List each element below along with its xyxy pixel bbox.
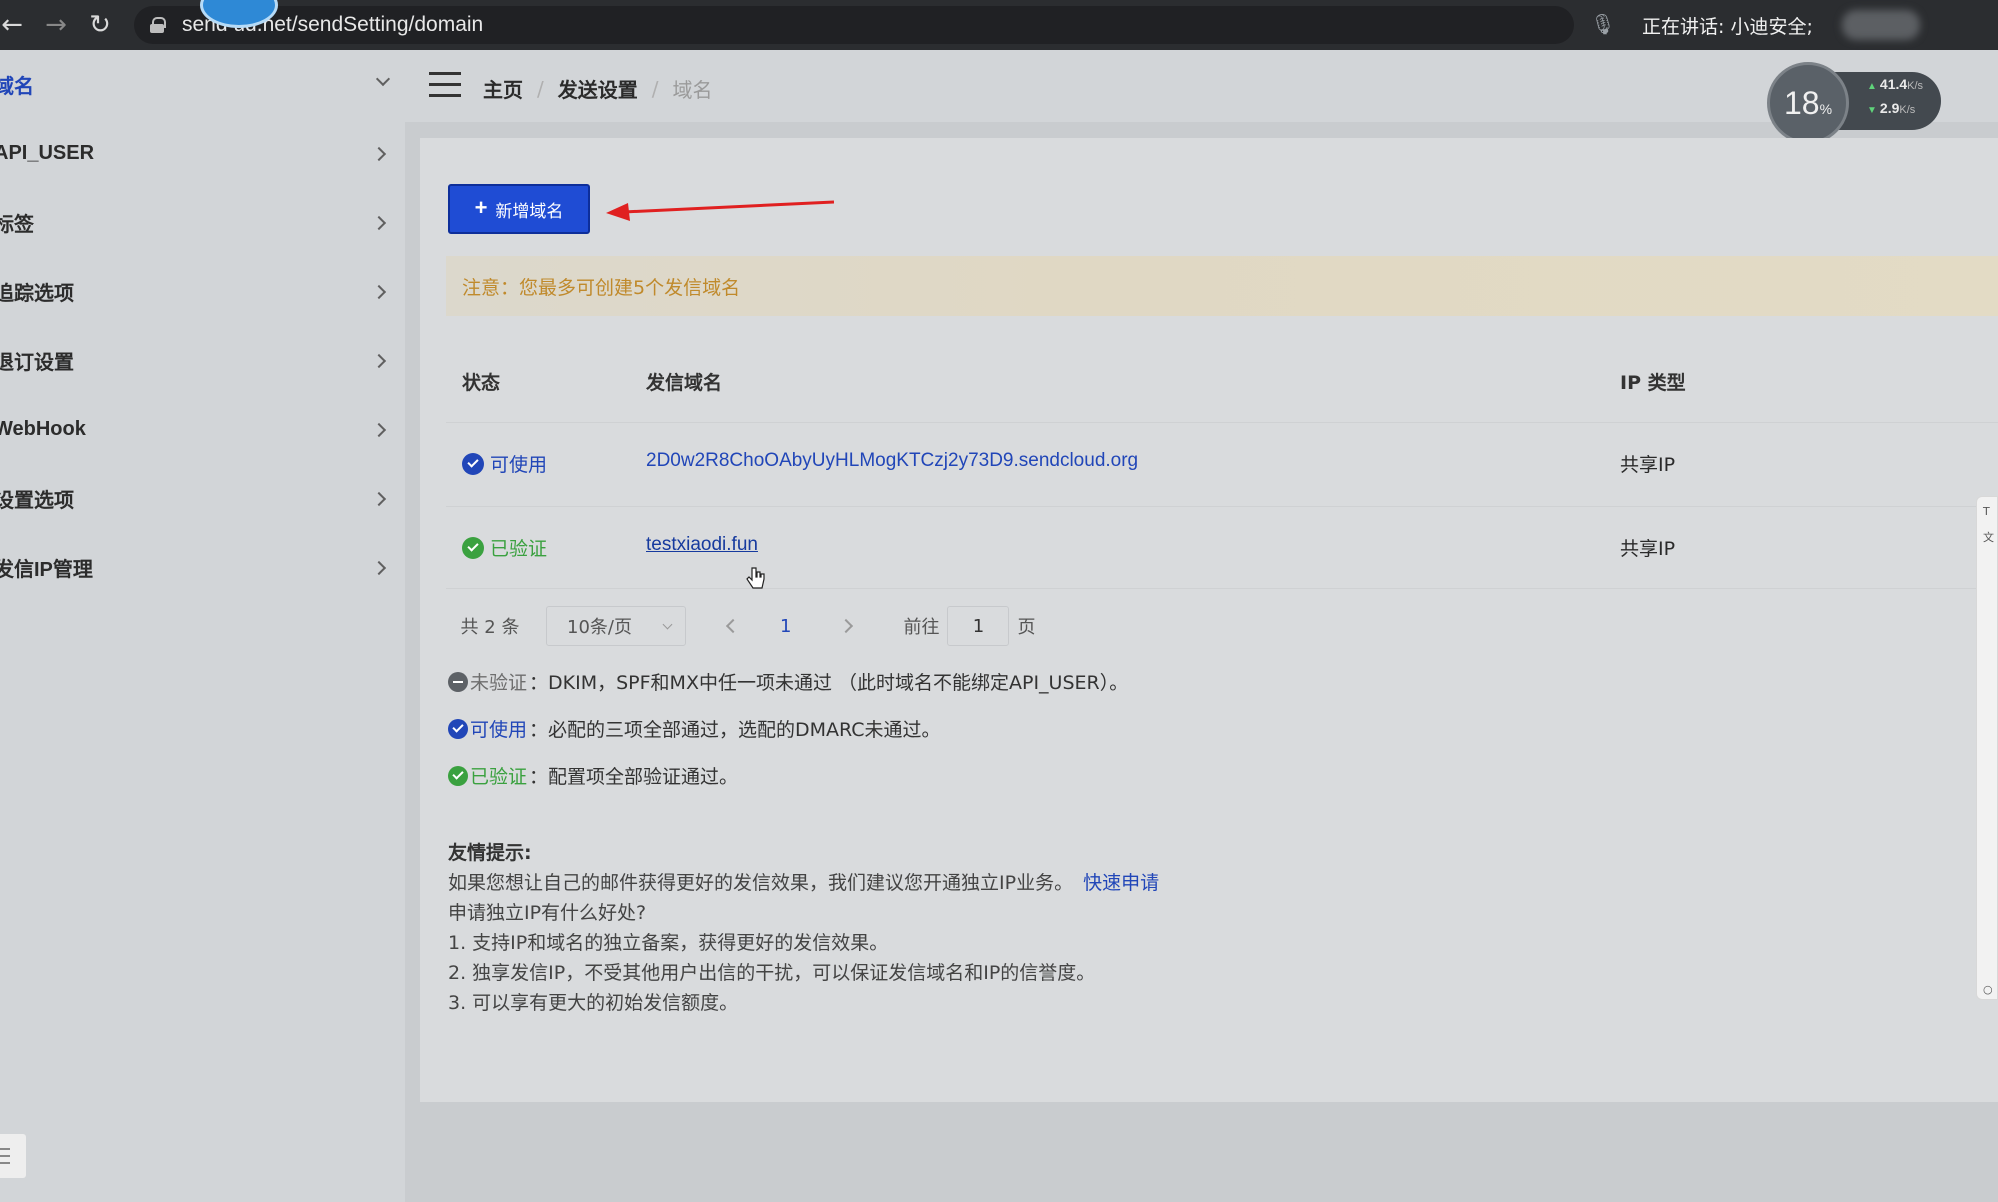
- sidebar-item-ip-management[interactable]: 发信IP管理: [0, 533, 405, 602]
- table-row[interactable]: 2D0w2R8ChoOAbyUyHLMogKTCzj2y73D9.sendclo…: [646, 450, 1138, 472]
- chevron-right-icon: [371, 215, 387, 230]
- sidebar-item-unsubscribe[interactable]: 退订设置: [0, 326, 405, 395]
- reload-icon[interactable]: ↻: [78, 3, 122, 47]
- browser-toolbar: ← → ↻ send ud.net/sendSetting/domain 🎙 正…: [0, 0, 1998, 50]
- quick-apply-link[interactable]: 快速申请: [1083, 872, 1159, 894]
- annotation-arrow: [606, 200, 834, 221]
- system-monitor-widget: 18% ▲ 41.4K/s ▼ 2.9K/s: [1767, 62, 1945, 144]
- sidebar: 域名 API_USER 标签 追踪选项 退订设置 WebHook 设置选项 发信…: [0, 50, 405, 1202]
- row-status: 已验证: [462, 534, 547, 561]
- benefit-item: 3. 可以享有更大的初始发信额度。: [448, 992, 739, 1014]
- sidebar-item-label: 域名: [0, 76, 34, 98]
- tips-text: 如果您想让自己的邮件获得更好的发信效果，我们建议您开通独立IP业务。: [448, 872, 1074, 894]
- legend-unverified: 未验证 ：DKIM，SPF和MX中任一项未通过 （此时域名不能绑定API_USER…: [448, 668, 1128, 695]
- legend-verified: 已验证 ：配置项全部验证通过。: [448, 762, 738, 789]
- side-floating-panel[interactable]: T 文 ○: [1976, 496, 1998, 1000]
- main-content: + 新增域名 注意：您最多可创建5个发信域名 状态 发信域名 IP 类型 可使用…: [420, 138, 1998, 1102]
- row-ip-type: 共享IP: [1620, 538, 1676, 560]
- cpu-gauge: 18%: [1767, 62, 1849, 144]
- domain-link[interactable]: 2D0w2R8ChoOAbyUyHLMogKTCzj2y73D9.sendclo…: [646, 450, 1138, 472]
- sidebar-item-label: 设置选项: [0, 490, 74, 512]
- column-header-domain: 发信域名: [646, 372, 723, 394]
- sidebar-item-label: 退订设置: [0, 352, 74, 374]
- domain-limit-notice: 注意：您最多可创建5个发信域名: [446, 256, 1998, 316]
- plus-icon: +: [474, 195, 488, 220]
- chevron-down-icon: [375, 71, 391, 87]
- check-circle-icon: [462, 452, 484, 475]
- goto-page-input[interactable]: 1: [947, 606, 1010, 646]
- sidebar-item-settings[interactable]: 设置选项: [0, 464, 405, 533]
- speaking-status: 正在讲话: 小迪安全;: [1642, 16, 1813, 38]
- download-speed: ▼ 2.9K/s: [1867, 100, 1916, 116]
- page-header: 主页 / 发送设置 / 域名 18% ▲ 41.4K/s ▼ 2.9K/s: [405, 50, 1998, 144]
- shield-check-icon: [448, 765, 468, 786]
- tips-title: 友情提示:: [448, 842, 532, 864]
- chevron-right-icon: [371, 353, 387, 368]
- benefit-item: 1. 支持IP和域名的独立备案，获得更好的发信效果。: [448, 932, 889, 954]
- friendly-tips: 友情提示: 如果您想让自己的邮件获得更好的发信效果，我们建议您开通独立IP业务。…: [448, 838, 1159, 1018]
- breadcrumb-current: 域名: [672, 78, 713, 102]
- blurred-area: [1842, 10, 1920, 40]
- total-count: 共 2 条: [460, 617, 520, 638]
- minus-circle-icon: [448, 671, 468, 692]
- breadcrumb: 主页 / 发送设置 / 域名: [483, 74, 713, 103]
- back-icon[interactable]: ←: [0, 3, 34, 47]
- chevron-right-icon: [371, 422, 387, 437]
- shield-check-icon: [462, 536, 484, 559]
- sidebar-item-label: 追踪选项: [0, 283, 74, 305]
- add-domain-label: 新增域名: [495, 201, 564, 221]
- domain-link[interactable]: testxiaodi.fun: [646, 534, 758, 556]
- add-domain-button[interactable]: + 新增域名: [448, 184, 590, 234]
- sidebar-item-webhook[interactable]: WebHook: [0, 395, 405, 464]
- benefit-item: 2. 独享发信IP，不受其他用户出信的干扰，可以保证发信域名和IP的信誉度。: [448, 962, 1096, 984]
- sidebar-item-api-user[interactable]: API_USER: [0, 119, 405, 188]
- menu-toggle-icon[interactable]: [429, 72, 463, 100]
- upload-arrow-icon: ▲: [1867, 81, 1877, 92]
- chevron-right-icon: [371, 284, 387, 299]
- sidebar-item-label: 发信IP管理: [0, 559, 93, 581]
- column-header-status: 状态: [462, 372, 501, 394]
- breadcrumb-separator: /: [651, 76, 659, 101]
- table-row[interactable]: testxiaodi.fun: [646, 534, 758, 556]
- sidebar-collapse-button[interactable]: [0, 1134, 26, 1178]
- sidebar-item-domain[interactable]: 域名: [0, 50, 405, 119]
- upload-speed: ▲ 41.4K/s: [1867, 76, 1924, 92]
- forward-icon[interactable]: →: [34, 3, 78, 47]
- chevron-right-icon: [371, 491, 387, 506]
- sidebar-item-tracking[interactable]: 追踪选项: [0, 257, 405, 326]
- breadcrumb-send-settings[interactable]: 发送设置: [558, 74, 638, 103]
- sidebar-item-label: WebHook: [0, 418, 86, 440]
- download-arrow-icon: ▼: [1867, 105, 1877, 116]
- row-status: 可使用: [462, 450, 547, 477]
- prev-page-icon[interactable]: [725, 618, 741, 634]
- next-page-icon[interactable]: [839, 618, 854, 634]
- sidebar-item-label: 标签: [0, 214, 34, 236]
- microphone-icon: 🎙: [1590, 12, 1616, 36]
- check-circle-icon: [448, 718, 468, 739]
- page-number[interactable]: 1: [780, 616, 791, 637]
- column-header-ip-type: IP 类型: [1620, 372, 1686, 394]
- row-ip-type: 共享IP: [1620, 454, 1676, 476]
- page-unit: 页: [1017, 617, 1036, 638]
- page-size-select[interactable]: 10条/页: [546, 606, 686, 646]
- breadcrumb-home[interactable]: 主页: [483, 74, 523, 103]
- address-bar[interactable]: send ud.net/sendSetting/domain: [134, 6, 1574, 44]
- hand-cursor-icon: [746, 567, 765, 589]
- breadcrumb-separator: /: [537, 76, 544, 101]
- pagination: 共 2 条 10条/页 1 前往 1 页: [446, 606, 1035, 646]
- lock-icon: [150, 17, 166, 33]
- chevron-right-icon: [371, 146, 387, 161]
- sidebar-item-tags[interactable]: 标签: [0, 188, 405, 257]
- chevron-right-icon: [371, 560, 387, 575]
- sidebar-item-label: API_USER: [0, 142, 95, 164]
- tips-question: 申请独立IP有什么好处?: [448, 902, 647, 924]
- goto-label: 前往: [903, 617, 940, 638]
- legend-usable: 可使用 ：必配的三项全部通过，选配的DMARC未通过。: [448, 715, 941, 742]
